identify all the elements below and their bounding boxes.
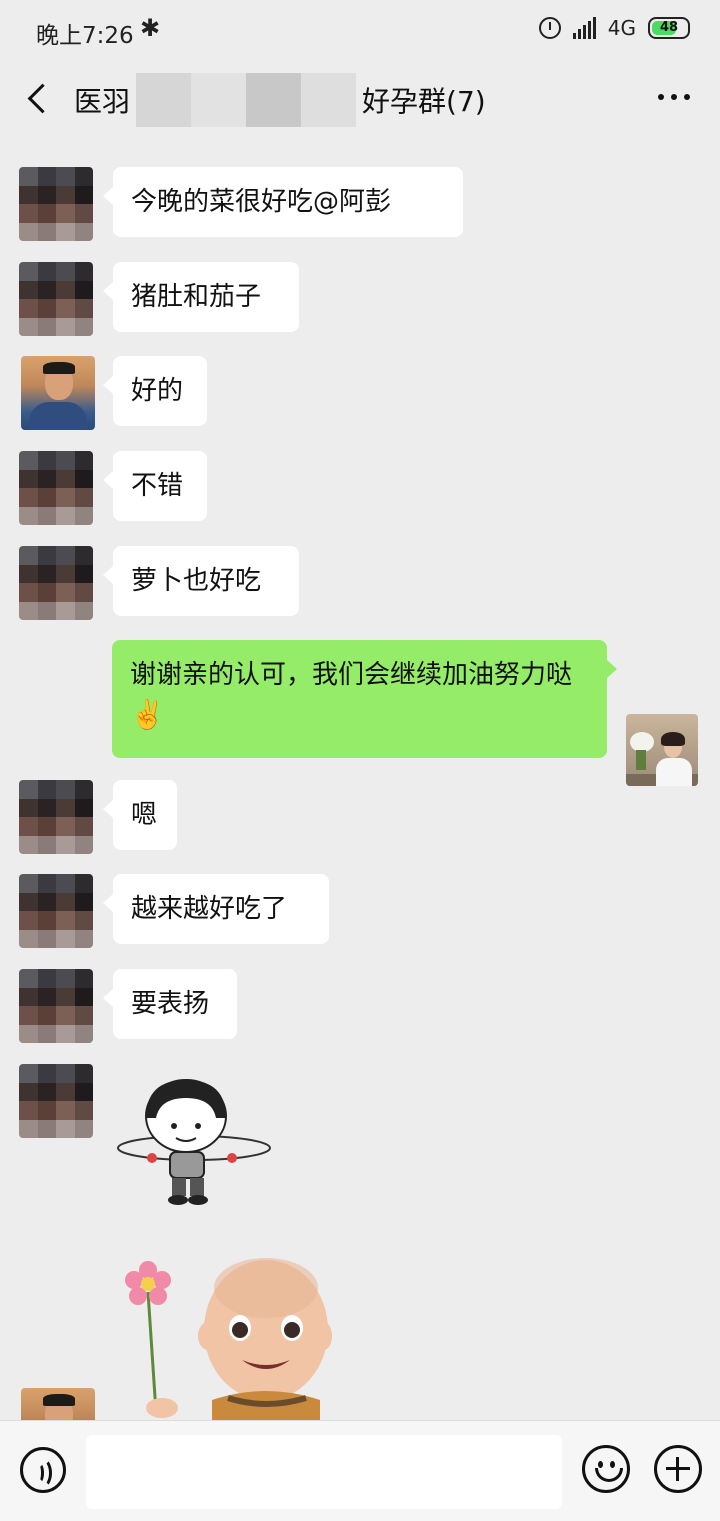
status-bar: 晚上7:26 ✱ 4G 48 (0, 0, 720, 60)
network-type: 4G (607, 16, 636, 40)
message-text: 越来越好吃了 (131, 894, 288, 924)
pixelated-avatar (19, 262, 93, 336)
message-text: 好的 (131, 376, 184, 406)
message-bubble[interactable]: 越来越好吃了 (103, 874, 329, 944)
avatar[interactable] (19, 969, 93, 1043)
pixelated-avatar (19, 546, 93, 620)
pixelated-avatar (19, 1064, 93, 1138)
avatar[interactable] (19, 451, 93, 525)
avatar[interactable] (19, 874, 93, 948)
avatar[interactable] (19, 1064, 93, 1138)
message-bubble[interactable]: 嗯 (103, 780, 177, 850)
my-avatar[interactable] (626, 714, 698, 786)
battery-level: 48 (659, 20, 679, 35)
avatar[interactable] (19, 262, 93, 336)
message-text: 嗯 (131, 800, 158, 830)
pixelated-avatar (19, 780, 93, 854)
avatar[interactable] (19, 546, 93, 620)
message-text: 今晚的菜很好吃@阿彭 (131, 187, 392, 217)
pixelated-avatar (19, 167, 93, 241)
message-bubble[interactable]: 萝卜也好吃 (103, 546, 299, 616)
avatar[interactable] (19, 167, 93, 241)
chevron-left-icon[interactable] (22, 80, 58, 116)
message-text: 要表扬 (131, 989, 210, 1019)
sticker-monk-with-flower[interactable] (116, 1252, 336, 1420)
message-text: 不错 (131, 471, 184, 501)
more-dots-icon[interactable] (658, 94, 690, 100)
chat-header: 医羽 好孕群(7) (0, 60, 720, 138)
avatar[interactable] (21, 356, 95, 430)
chat-title: 医羽 好孕群(7) (74, 73, 486, 127)
my-message-bubble[interactable]: 谢谢亲的认可，我们会继续加油努力哒 ✌️ (112, 640, 617, 758)
avatar[interactable] (19, 780, 93, 854)
plus-icon[interactable] (654, 1445, 702, 1493)
message-bubble[interactable]: 今晚的菜很好吃@阿彭 (103, 167, 463, 237)
message-text: 猪肚和茄子 (131, 282, 262, 312)
signal-icon (572, 17, 596, 39)
sticker-jump-rope-boy[interactable] (112, 1074, 276, 1208)
message-bubble[interactable]: 猪肚和茄子 (103, 262, 299, 332)
message-text: 萝卜也好吃 (131, 566, 262, 596)
battery-icon: 48 (648, 17, 690, 39)
alarm-icon (538, 17, 561, 39)
chat-title-suffix: 好孕群(7) (362, 85, 486, 118)
input-bar (0, 1420, 720, 1521)
pixelated-avatar (19, 969, 93, 1043)
message-input[interactable] (86, 1435, 562, 1509)
message-bubble[interactable]: 不错 (103, 451, 207, 521)
pixelated-avatar (19, 451, 93, 525)
bluetooth-icon: ✱ (140, 14, 161, 42)
status-time: 晚上7:26 (36, 23, 134, 49)
voice-icon[interactable] (20, 1447, 66, 1493)
message-text: 谢谢亲的认可，我们会继续加油努力哒 (130, 660, 573, 690)
emoji-icon[interactable] (582, 1445, 630, 1493)
pixelated-avatar (19, 874, 93, 948)
redacted-title-block (136, 73, 357, 127)
chat-title-prefix: 医羽 (74, 85, 131, 118)
message-bubble[interactable]: 好的 (103, 356, 207, 426)
victory-hand-emoji: ✌️ (130, 698, 165, 731)
message-bubble[interactable]: 要表扬 (103, 969, 237, 1039)
